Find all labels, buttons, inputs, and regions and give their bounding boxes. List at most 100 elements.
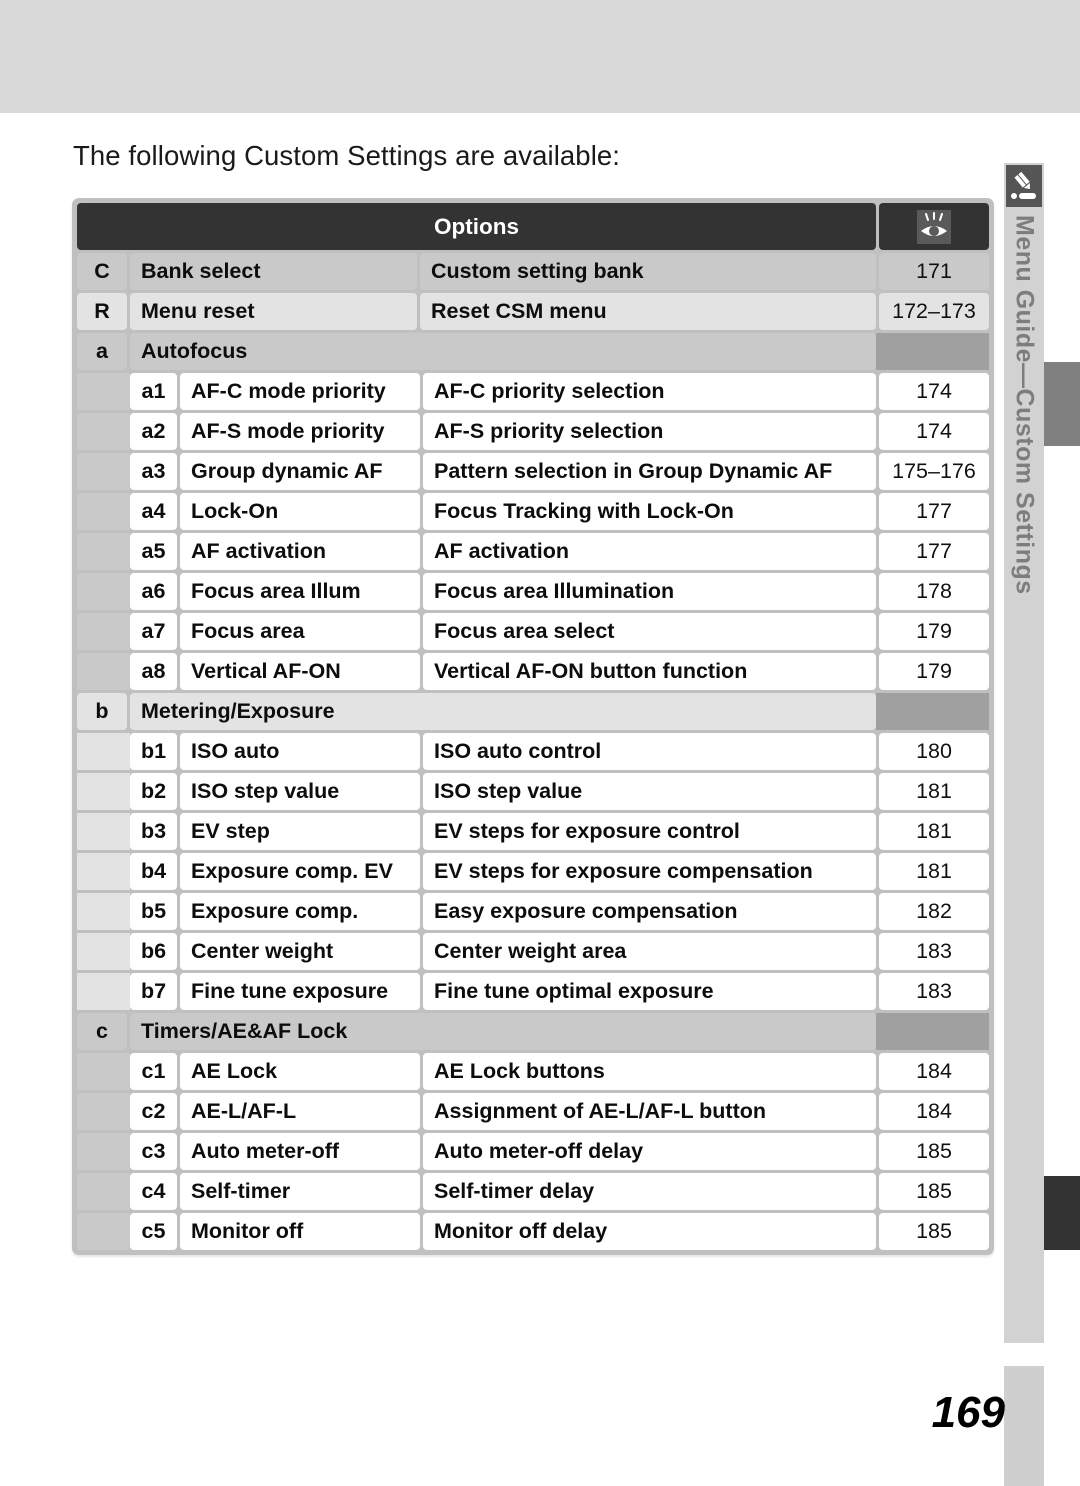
row-page: 182 bbox=[879, 893, 989, 930]
section-gutter bbox=[77, 493, 127, 530]
section-gutter bbox=[77, 373, 127, 410]
intro-text: The following Custom Settings are availa… bbox=[73, 140, 621, 171]
table-row: c2 AE-L/AF-L Assignment of AE-L/AF-L butto… bbox=[77, 1093, 989, 1130]
section-gutter bbox=[77, 1093, 127, 1130]
row-name: Menu reset bbox=[130, 293, 417, 330]
row-page: 179 bbox=[879, 613, 989, 650]
edge-marker-gray bbox=[1044, 362, 1080, 446]
section-gutter bbox=[77, 853, 127, 890]
section-gutter bbox=[77, 573, 127, 610]
table-row: a6 Focus area Illum Focus area Illuminatio… bbox=[77, 573, 989, 610]
row-name: Self-timer bbox=[180, 1173, 420, 1210]
row-subindex: c4 bbox=[130, 1173, 177, 1210]
row-index: R bbox=[77, 293, 127, 330]
edge-marker-dark bbox=[1044, 1176, 1080, 1250]
row-option: Monitor off delay bbox=[423, 1213, 876, 1250]
section-header-row: c Timers/AE&AF Lock bbox=[77, 1013, 989, 1050]
row-option: Focus Tracking with Lock-On bbox=[423, 493, 876, 530]
row-page: 178 bbox=[879, 573, 989, 610]
row-option: Center weight area bbox=[423, 933, 876, 970]
section-gutter bbox=[77, 933, 127, 970]
row-subindex: b1 bbox=[130, 733, 177, 770]
row-name: Focus area Illum bbox=[180, 573, 420, 610]
row-option: Custom setting bank bbox=[420, 253, 876, 290]
row-option: Assignment of AE-L/AF-L button bbox=[423, 1093, 876, 1130]
row-page: 179 bbox=[879, 653, 989, 690]
eye-reference-icon bbox=[917, 209, 951, 244]
section-title: Timers/AE&AF Lock bbox=[130, 1013, 876, 1050]
row-page: 181 bbox=[879, 773, 989, 810]
row-page: 184 bbox=[879, 1053, 989, 1090]
row-subindex: a5 bbox=[130, 533, 177, 570]
section-header-row: b Metering/Exposure bbox=[77, 693, 989, 730]
section-gutter bbox=[77, 653, 127, 690]
table-row: c5 Monitor off Monitor off delay 185 bbox=[77, 1213, 989, 1250]
table-row: a3 Group dynamic AF Pattern selection in G… bbox=[77, 453, 989, 490]
table-row: a7 Focus area Focus area select 179 bbox=[77, 613, 989, 650]
row-subindex: b7 bbox=[130, 973, 177, 1010]
row-name: Monitor off bbox=[180, 1213, 420, 1250]
row-page: 185 bbox=[879, 1173, 989, 1210]
section-gutter bbox=[77, 413, 127, 450]
row-name: EV step bbox=[180, 813, 420, 850]
row-index: C bbox=[77, 253, 127, 290]
row-subindex: a3 bbox=[130, 453, 177, 490]
row-name: Focus area bbox=[180, 613, 420, 650]
row-subindex: b2 bbox=[130, 773, 177, 810]
section-gutter bbox=[77, 973, 127, 1010]
row-option: EV steps for exposure control bbox=[423, 813, 876, 850]
section-blank-page-cell bbox=[879, 693, 989, 730]
table-row: R Menu reset Reset CSM menu 172–173 bbox=[77, 293, 989, 330]
row-name: Center weight bbox=[180, 933, 420, 970]
section-index: b bbox=[77, 693, 127, 730]
row-name: Fine tune exposure bbox=[180, 973, 420, 1010]
section-gutter bbox=[77, 773, 127, 810]
section-gutter bbox=[77, 453, 127, 490]
row-page: 181 bbox=[879, 853, 989, 890]
table-row: b1 ISO auto ISO auto control 180 bbox=[77, 733, 989, 770]
section-index: c bbox=[77, 1013, 127, 1050]
row-option: Pattern selection in Group Dynamic AF bbox=[423, 453, 876, 490]
row-page: 174 bbox=[879, 413, 989, 450]
page-number-band bbox=[1004, 1366, 1044, 1486]
row-option: AF-C priority selection bbox=[423, 373, 876, 410]
table-header-page-icon-cell bbox=[879, 203, 989, 250]
row-option: AF activation bbox=[423, 533, 876, 570]
table-row: a1 AF-C mode priority AF-C priority select… bbox=[77, 373, 989, 410]
section-blank-page-cell bbox=[879, 333, 989, 370]
row-page: 175–176 bbox=[879, 453, 989, 490]
row-name: Vertical AF-ON bbox=[180, 653, 420, 690]
row-subindex: c3 bbox=[130, 1133, 177, 1170]
row-option: Fine tune optimal exposure bbox=[423, 973, 876, 1010]
table-row: b5 Exposure comp. Easy exposure compensati… bbox=[77, 893, 989, 930]
row-option: Auto meter-off delay bbox=[423, 1133, 876, 1170]
row-subindex: a4 bbox=[130, 493, 177, 530]
table-row: b2 ISO step value ISO step value 181 bbox=[77, 773, 989, 810]
row-name: ISO auto bbox=[180, 733, 420, 770]
section-gutter bbox=[77, 893, 127, 930]
row-option: Reset CSM menu bbox=[420, 293, 876, 330]
row-page: 180 bbox=[879, 733, 989, 770]
row-name: AE-L/AF-L bbox=[180, 1093, 420, 1130]
section-gutter bbox=[77, 613, 127, 650]
table-row: a2 AF-S mode priority AF-S priority select… bbox=[77, 413, 989, 450]
section-gutter bbox=[77, 813, 127, 850]
row-name: Exposure comp. bbox=[180, 893, 420, 930]
row-option: Self-timer delay bbox=[423, 1173, 876, 1210]
row-option: Focus area Illumination bbox=[423, 573, 876, 610]
table-row: b7 Fine tune exposure Fine tune optimal ex… bbox=[77, 973, 989, 1010]
row-name: Lock-On bbox=[180, 493, 420, 530]
row-subindex: a1 bbox=[130, 373, 177, 410]
row-subindex: c2 bbox=[130, 1093, 177, 1130]
row-name: AF-C mode priority bbox=[180, 373, 420, 410]
section-title: Metering/Exposure bbox=[130, 693, 876, 730]
row-page: 185 bbox=[879, 1133, 989, 1170]
row-page: 183 bbox=[879, 933, 989, 970]
custom-settings-table: Options C Bank select Custom setting bank 1… bbox=[72, 198, 994, 1255]
row-name: ISO step value bbox=[180, 773, 420, 810]
row-name: AE Lock bbox=[180, 1053, 420, 1090]
row-option: AE Lock buttons bbox=[423, 1053, 876, 1090]
table-row: a5 AF activation AF activation 177 bbox=[77, 533, 989, 570]
row-subindex: b5 bbox=[130, 893, 177, 930]
table-row: c3 Auto meter-off Auto meter-off delay 185 bbox=[77, 1133, 989, 1170]
